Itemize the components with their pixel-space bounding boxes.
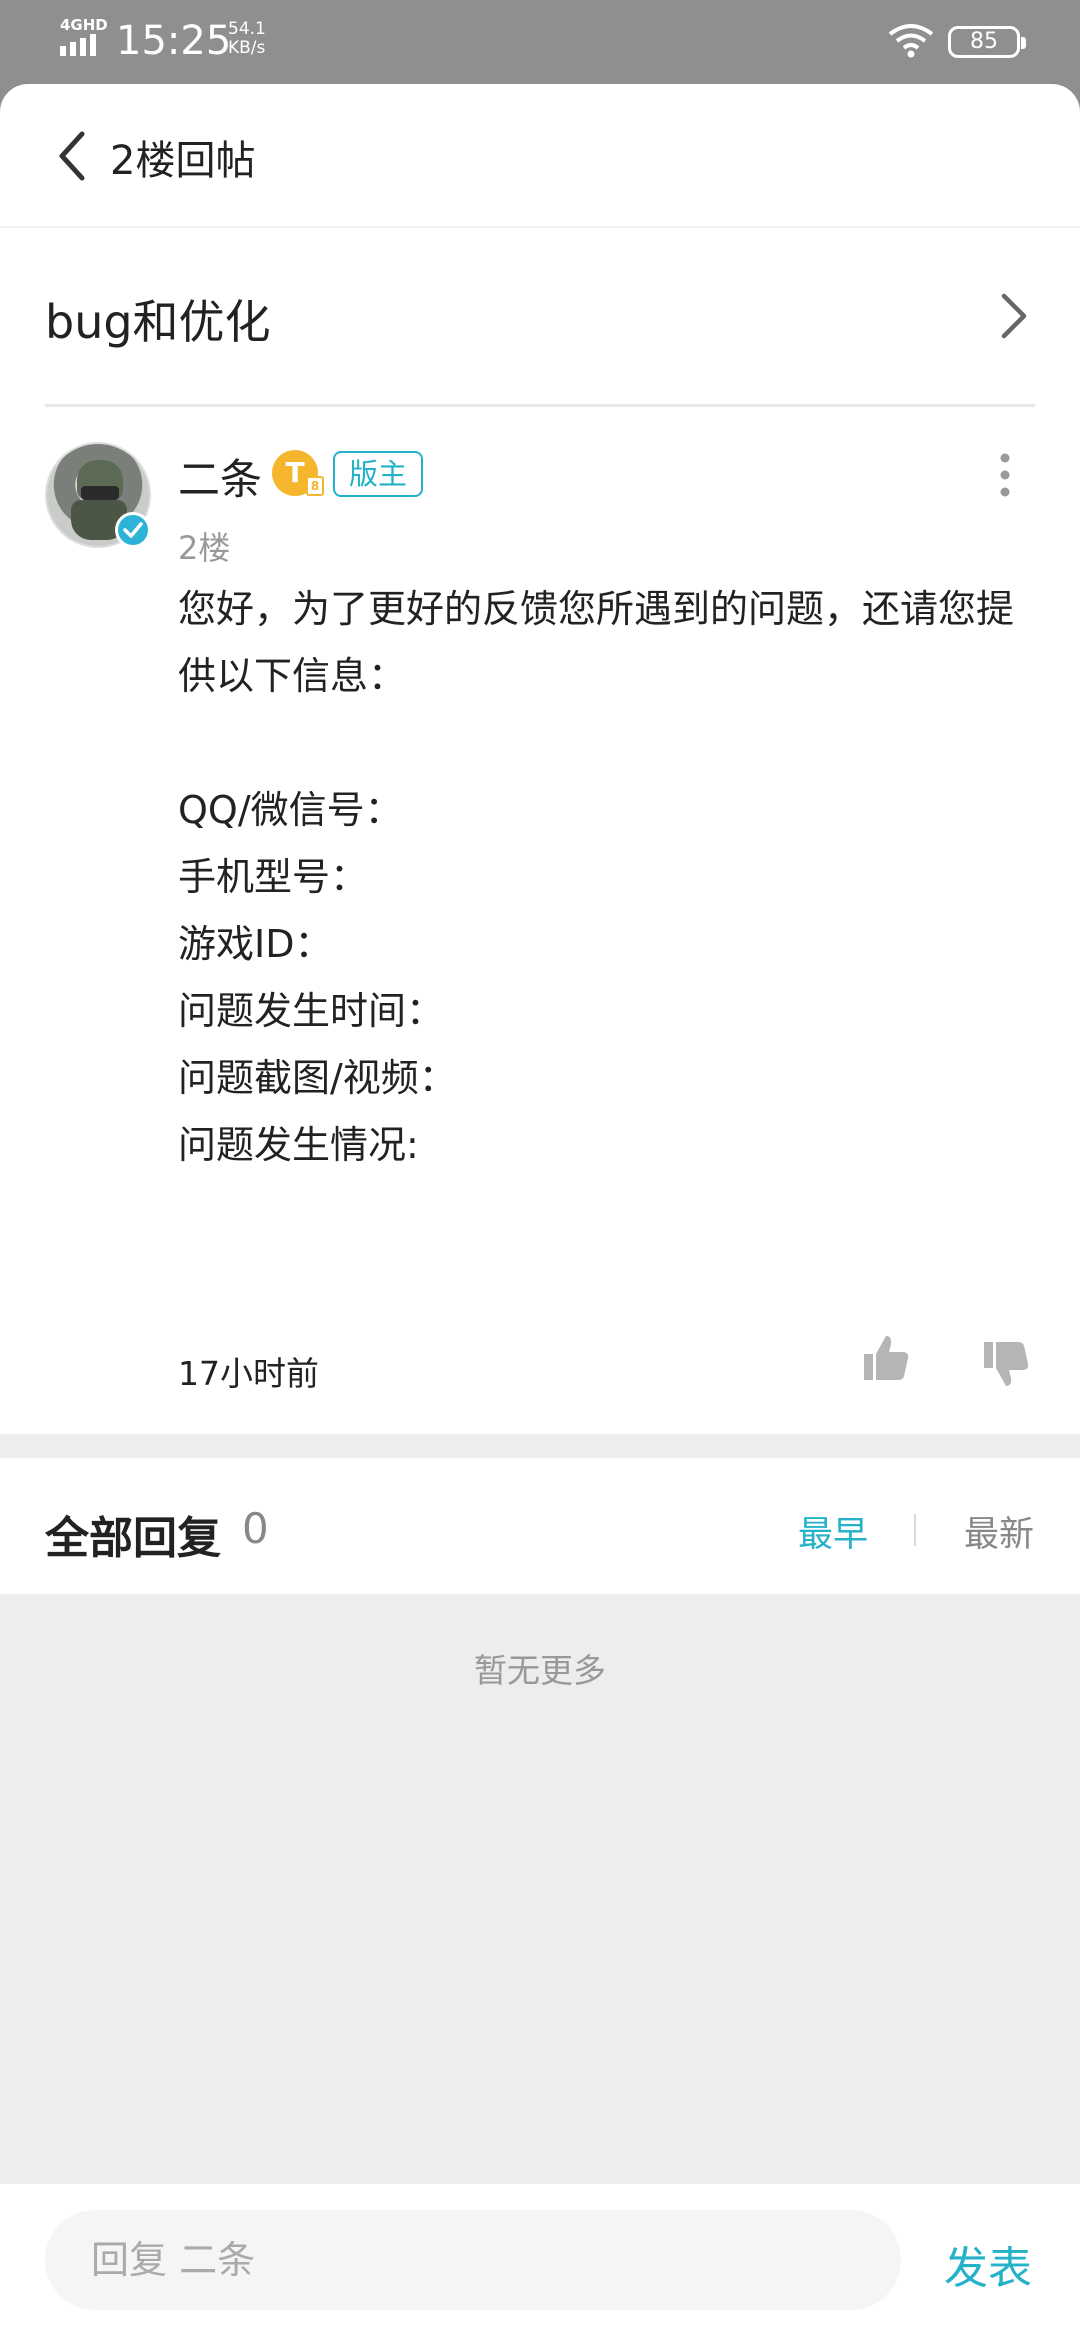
battery-indicator: 85 xyxy=(948,26,1026,58)
clock: 15:25 xyxy=(116,18,232,64)
empty-message: 暂无更多 xyxy=(474,1651,606,1690)
replies-empty-area: 暂无更多 xyxy=(0,1594,1080,2194)
replies-count: 0 xyxy=(242,1504,269,1553)
section-gap xyxy=(0,1434,1080,1458)
reply-detail-sheet: 2楼回帖 bug和优化 二条 T 8 版主 2楼 您好，为了更好的反馈您所遇到的… xyxy=(0,84,1080,2340)
reply-input[interactable] xyxy=(45,2210,901,2310)
thread-title: bug和优化 xyxy=(45,295,271,349)
status-bar: 4GHD 15:25 54.1 KB/s 85 xyxy=(0,0,1080,84)
back-arrow-icon[interactable] xyxy=(52,124,112,188)
reply-bar: 发表 xyxy=(0,2184,1080,2340)
more-options-icon[interactable] xyxy=(990,450,1020,500)
replies-header: 全部回复 0 最早 最新 xyxy=(0,1458,1080,1594)
page-title: 2楼回帖 xyxy=(110,138,256,184)
speed-unit: KB/s xyxy=(228,38,266,58)
chevron-right-icon xyxy=(1001,293,1027,339)
post-time: 17小时前 xyxy=(178,1354,319,1393)
sort-separator xyxy=(914,1514,916,1546)
replies-title: 全部回复 xyxy=(45,1513,221,1564)
top-bar: 2楼回帖 xyxy=(0,84,1080,228)
network-speed: 54.1 KB/s xyxy=(228,20,266,58)
divider xyxy=(45,404,1035,407)
level-badge-number: 8 xyxy=(306,476,324,496)
publish-button[interactable]: 发表 xyxy=(944,2232,1032,2296)
thread-link[interactable]: bug和优化 xyxy=(0,228,1080,408)
sort-earliest-tab[interactable]: 最早 xyxy=(798,1506,868,1557)
thumbs-down-icon[interactable] xyxy=(980,1338,1032,1390)
speed-value: 54.1 xyxy=(228,19,266,39)
username[interactable]: 二条 xyxy=(178,446,262,507)
sort-latest-tab[interactable]: 最新 xyxy=(964,1506,1034,1557)
post-content: 您好，为了更好的反馈您所遇到的问题，还请您提供以下信息： QQ/微信号： 手机型… xyxy=(178,587,1015,1167)
role-badge: 版主 xyxy=(333,451,423,497)
thumbs-up-icon[interactable] xyxy=(860,1332,912,1384)
verified-icon xyxy=(115,512,151,548)
level-badge-letter: T xyxy=(285,456,305,489)
avatar[interactable] xyxy=(45,442,151,548)
wifi-icon xyxy=(888,24,934,58)
level-badge: T 8 xyxy=(272,450,324,496)
floor-number: 2楼 xyxy=(178,529,231,567)
network-type: 4GHD xyxy=(60,16,108,34)
